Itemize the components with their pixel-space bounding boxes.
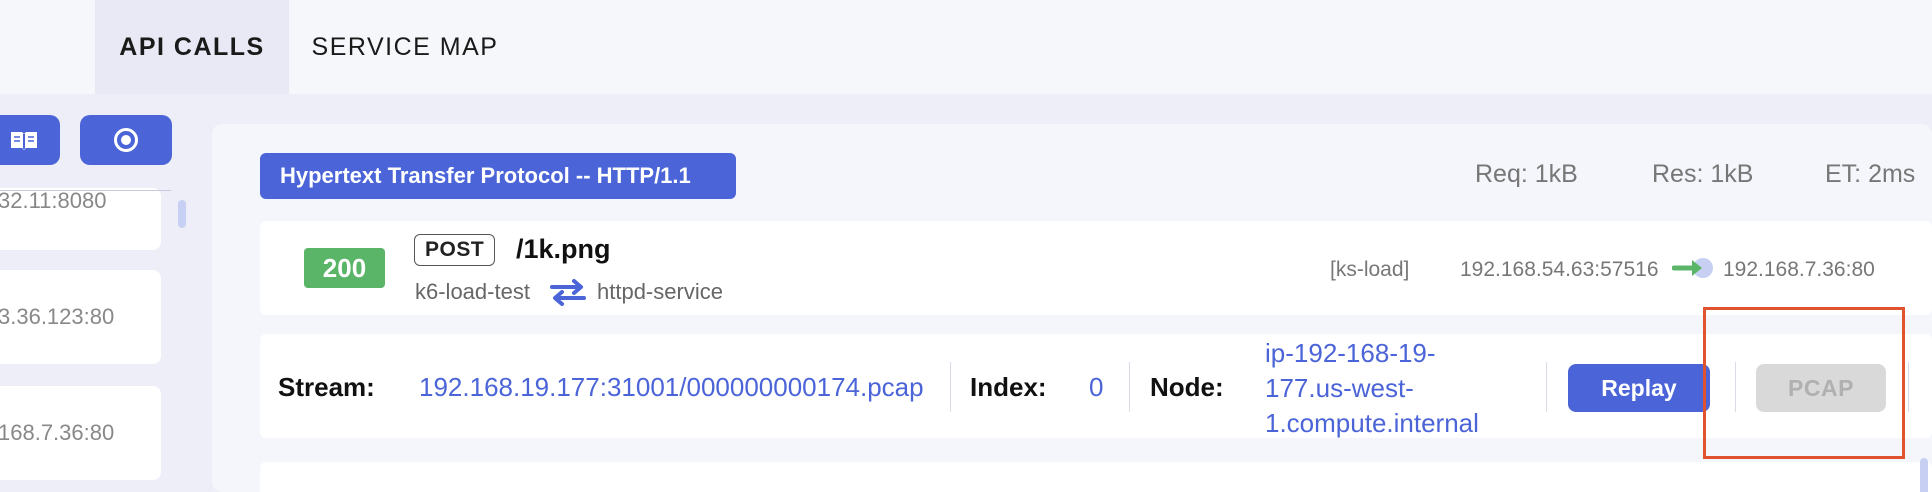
record-icon <box>114 128 138 152</box>
source-ip: 192.168.54.63:57516 <box>1460 258 1659 281</box>
list-scrollbar[interactable] <box>178 200 186 228</box>
index-value: 0 <box>1089 372 1104 402</box>
arrow-right-icon <box>1672 258 1713 278</box>
divider <box>0 190 171 191</box>
panel-scrollbar[interactable] <box>1920 458 1928 492</box>
destination-service: httpd-service <box>597 279 723 304</box>
node-label: Node: <box>1150 372 1224 402</box>
tab-api-calls[interactable]: API CALLS <box>95 0 289 94</box>
tab-bar: API CALLS SERVICE MAP <box>0 0 1932 94</box>
replay-button[interactable]: Replay <box>1568 364 1710 412</box>
list-item[interactable]: 3.36.123:80 <box>0 270 161 364</box>
divider <box>950 362 951 412</box>
response-size: Res: 1kB <box>1652 160 1754 188</box>
divider <box>1129 362 1130 412</box>
index-label: Index: <box>970 372 1047 402</box>
list-item[interactable]: 32.11:8080 <box>0 188 161 250</box>
source-service: k6-load-test <box>415 279 530 304</box>
book-icon <box>11 132 37 150</box>
list-item[interactable]: 168.7.36:80 <box>0 386 161 480</box>
namespace-label: [ks-load] <box>1330 258 1410 281</box>
next-section-card <box>260 462 1932 492</box>
node-link[interactable]: ip-192-168-19-177.us-west-1.compute.inte… <box>1265 336 1505 441</box>
stream-link[interactable]: 192.168.19.177:31001/000000000174.pcap <box>419 372 924 403</box>
status-badge: 200 <box>304 248 385 288</box>
divider <box>1546 362 1547 412</box>
list-item-endpoint: 168.7.36:80 <box>0 420 115 445</box>
tab-service-map[interactable]: SERVICE MAP <box>300 0 510 94</box>
list-item-endpoint: 3.36.123:80 <box>0 304 115 329</box>
destination-ip: 192.168.7.36:80 <box>1723 258 1875 281</box>
divider <box>1908 362 1909 412</box>
protocol-badge: Hypertext Transfer Protocol -- HTTP/1.1 <box>260 153 736 199</box>
request-path: /1k.png <box>516 234 611 264</box>
method-badge: POST <box>414 234 496 266</box>
highlight-box <box>1703 307 1905 459</box>
request-size: Req: 1kB <box>1475 160 1578 188</box>
stream-label: Stream: <box>278 372 375 402</box>
swap-arrows-icon <box>550 279 586 306</box>
list-item-endpoint: 32.11:8080 <box>0 188 107 213</box>
elapsed-time: ET: 2ms <box>1825 160 1916 188</box>
docs-button[interactable] <box>0 115 60 165</box>
record-button[interactable] <box>80 115 172 165</box>
